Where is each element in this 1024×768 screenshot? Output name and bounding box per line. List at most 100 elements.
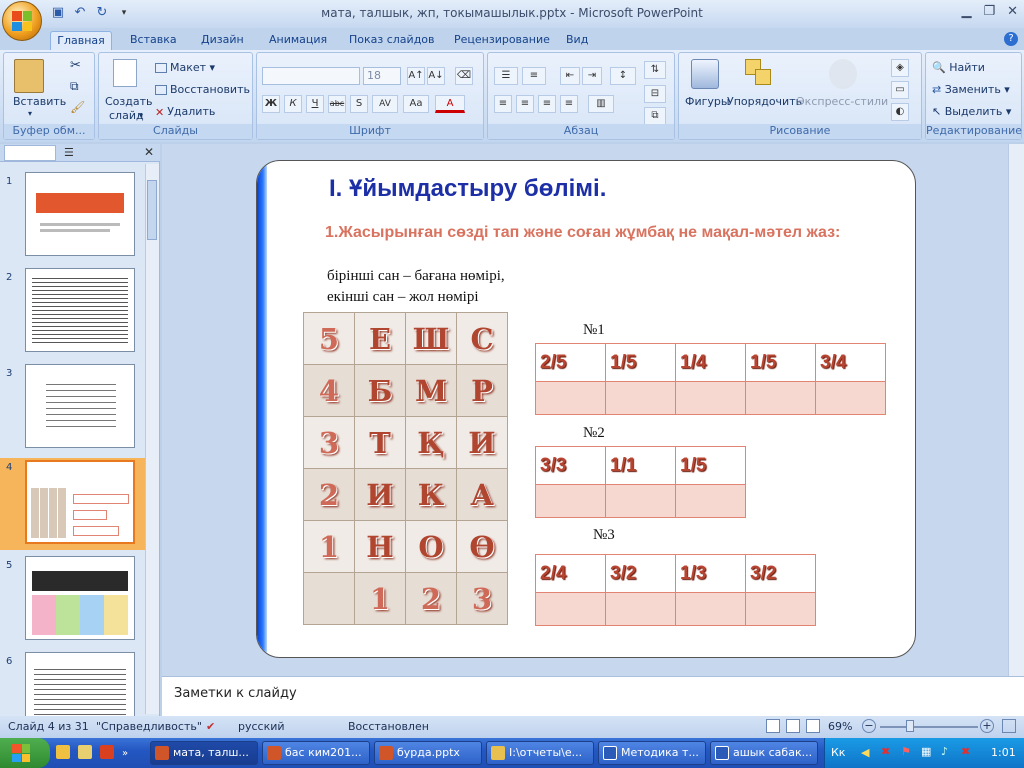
thumbnail-5[interactable]: 5 <box>0 556 145 648</box>
thumbnail-1[interactable]: 1 <box>0 172 145 264</box>
tab-animation[interactable]: Анимация <box>265 31 331 50</box>
text-direction-icon[interactable]: ⇅ <box>644 61 666 79</box>
more-quicklaunch-icon[interactable]: » <box>122 748 128 759</box>
slide-sorter-icon[interactable] <box>786 719 800 733</box>
clear-formatting-icon[interactable]: ⌫ <box>455 67 473 85</box>
fit-to-window-icon[interactable] <box>1002 719 1016 733</box>
zoom-in-icon[interactable]: + <box>980 719 994 733</box>
start-button[interactable] <box>0 738 50 768</box>
bold-button[interactable]: Ж <box>262 95 280 113</box>
restore-icon[interactable]: ❐ <box>983 4 995 19</box>
normal-view-icon[interactable] <box>766 719 780 733</box>
slide-line-2[interactable]: екінші сан – жол нөмірі <box>327 289 479 306</box>
outline-tab-icon[interactable]: ☰ <box>64 146 74 159</box>
media-icon[interactable] <box>100 745 114 759</box>
thumbnail-4[interactable]: 4 <box>0 458 145 550</box>
slide-canvas[interactable]: I. Ұйымдастыру бөлімі. 1.Жасырынған сөзд… <box>256 160 916 658</box>
delete-slide-button[interactable]: ✕ Удалить <box>155 105 215 119</box>
change-case-button[interactable]: Aa <box>403 95 429 113</box>
language-indicator[interactable]: Кк <box>831 746 845 759</box>
folder-icon[interactable] <box>78 745 92 759</box>
close-panel-icon[interactable]: ✕ <box>144 145 154 159</box>
zoom-slider[interactable] <box>880 726 978 728</box>
decrease-indent-icon[interactable]: ⇤ <box>560 67 580 85</box>
slide-title[interactable]: I. Ұйымдастыру бөлімі. <box>329 175 606 203</box>
tab-slideshow[interactable]: Показ слайдов <box>345 31 439 50</box>
taskbar-item-4[interactable]: I:\отчеты\е... <box>486 741 594 765</box>
cut-icon[interactable]: ✂ <box>70 58 81 73</box>
underline-button[interactable]: Ч <box>306 95 324 113</box>
new-slide-button[interactable]: Создать <box>105 95 153 108</box>
theme-name[interactable]: "Справедливость" <box>96 720 202 733</box>
slide-subtitle[interactable]: 1.Жасырынған сөзді тап және соған жұмбақ… <box>325 223 845 243</box>
align-center-icon[interactable]: ≡ <box>516 95 534 113</box>
grow-font-icon[interactable]: A↑ <box>407 67 425 85</box>
taskbar-item-5[interactable]: Методика т... <box>598 741 706 765</box>
line-spacing-icon[interactable]: ↕ <box>610 67 636 85</box>
slides-tab[interactable] <box>4 145 56 161</box>
zoom-level[interactable]: 69% <box>828 720 852 733</box>
paste-button[interactable]: Вставить <box>13 95 66 108</box>
new-slide-dropdown-icon[interactable]: ▾ <box>139 111 143 120</box>
code-table-1[interactable]: 2/5 1/5 1/4 1/5 3/4 <box>535 343 886 415</box>
language-status[interactable]: русский <box>238 720 285 733</box>
thumbnail-2[interactable]: 2 <box>0 268 145 360</box>
quicklaunch-icon[interactable] <box>56 745 70 759</box>
office-button[interactable] <box>2 1 42 41</box>
spellcheck-icon[interactable]: ✔ <box>206 720 215 733</box>
font-color-button[interactable]: A <box>435 95 465 113</box>
bullets-icon[interactable]: ☰ <box>494 67 518 85</box>
align-left-icon[interactable]: ≡ <box>494 95 512 113</box>
font-name-combo[interactable] <box>262 67 360 85</box>
tab-view[interactable]: Вид <box>562 31 592 50</box>
clock[interactable]: 1:01 <box>991 746 1016 759</box>
quick-styles-button[interactable]: Экспресс-стили <box>797 95 888 108</box>
thumbnail-3[interactable]: 3 <box>0 364 145 456</box>
tray-network-icon[interactable]: ▦ <box>921 745 931 758</box>
strikethrough-button[interactable]: abc <box>328 95 346 113</box>
taskbar-item-1[interactable]: мата, талш... <box>150 741 258 765</box>
replace-button[interactable]: ⇄ Заменить ▾ <box>932 83 1010 96</box>
shapes-button[interactable]: Фигуры <box>685 95 730 108</box>
scrollbar-thumb[interactable] <box>147 180 157 240</box>
editor-scrollbar[interactable] <box>1008 144 1024 676</box>
shape-fill-icon[interactable]: ◈ <box>891 59 909 77</box>
tab-design[interactable]: Дизайн <box>197 31 248 50</box>
columns-icon[interactable]: ▥ <box>588 95 614 113</box>
reset-button[interactable]: Восстановить <box>155 83 250 96</box>
thumbnails-scrollbar[interactable] <box>145 164 159 714</box>
justify-icon[interactable]: ≡ <box>560 95 578 113</box>
letter-grid[interactable]: 5 Е Ш С 4 Б М Р 3 Т Қ И 2 И К А 1 Н О Ө <box>303 312 508 625</box>
slideshow-icon[interactable] <box>806 719 820 733</box>
increase-indent-icon[interactable]: ⇥ <box>582 67 602 85</box>
tray-update-icon[interactable]: ✖ <box>961 745 970 758</box>
tray-antivirus-icon[interactable]: ✖ <box>881 745 890 758</box>
zoom-slider-thumb[interactable] <box>906 720 914 732</box>
tab-insert[interactable]: Вставка <box>126 31 181 50</box>
align-right-icon[interactable]: ≡ <box>538 95 556 113</box>
copy-icon[interactable]: ⧉ <box>70 79 79 94</box>
select-button[interactable]: ↖ Выделить ▾ <box>932 105 1011 118</box>
align-text-icon[interactable]: ⊟ <box>644 85 666 103</box>
taskbar-item-6[interactable]: ашык сабак... <box>710 741 818 765</box>
format-painter-icon[interactable]: 🖌 <box>70 100 85 114</box>
char-spacing-button[interactable]: AV <box>372 95 398 113</box>
arrange-button[interactable]: Упорядочить <box>727 95 802 108</box>
help-icon[interactable]: ? <box>1004 32 1018 46</box>
font-size-combo[interactable]: 18 <box>363 67 401 85</box>
tab-review[interactable]: Рецензирование <box>450 31 554 50</box>
taskbar-item-2[interactable]: бас ким201... <box>262 741 370 765</box>
taskbar-item-3[interactable]: бурда.pptx <box>374 741 482 765</box>
zoom-out-icon[interactable]: − <box>862 719 876 733</box>
tray-speaker-icon[interactable]: ◀ <box>861 746 869 759</box>
code-table-2[interactable]: 3/3 1/1 1/5 <box>535 446 746 518</box>
tab-home[interactable]: Главная <box>50 31 112 50</box>
tray-volume-icon[interactable]: ♪ <box>941 745 948 758</box>
tray-alert-icon[interactable]: ⚑ <box>901 745 911 758</box>
code-table-3[interactable]: 2/4 3/2 1/3 3/2 <box>535 554 816 626</box>
slide-line-1[interactable]: бірінші сан – бағана нөмірі, <box>327 268 505 285</box>
smartart-icon[interactable]: ⧉ <box>644 107 666 125</box>
find-button[interactable]: 🔍 Найти <box>932 61 985 74</box>
italic-button[interactable]: К <box>284 95 302 113</box>
paste-dropdown-icon[interactable]: ▾ <box>28 109 32 118</box>
